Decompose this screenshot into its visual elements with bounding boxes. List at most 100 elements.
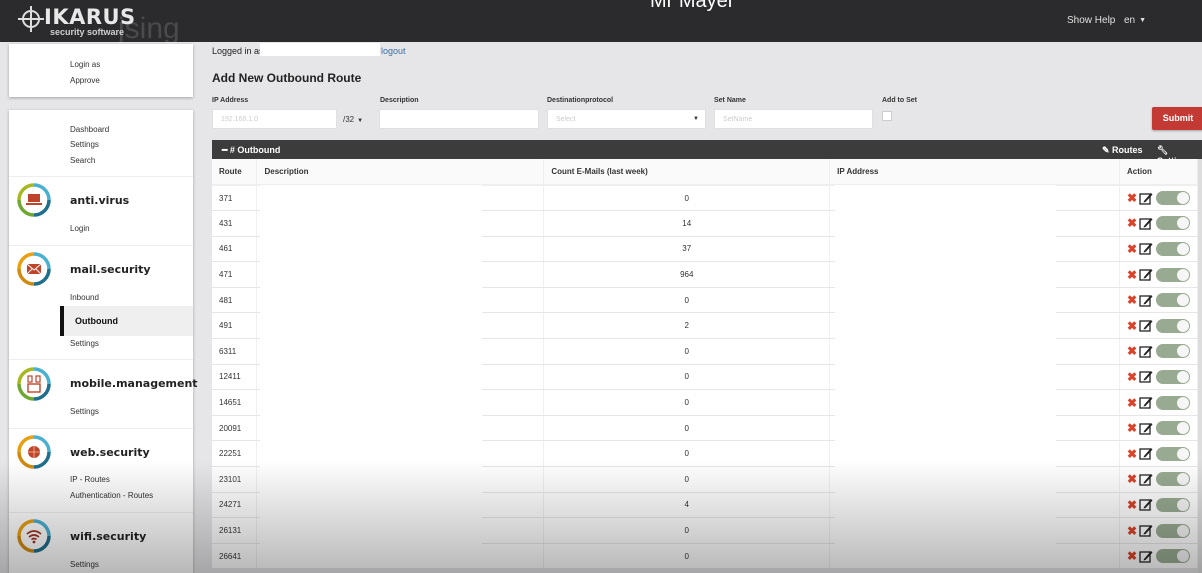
redacted-username	[260, 43, 380, 56]
sidebar-item-mail-settings[interactable]: Settings	[70, 339, 99, 348]
action-cell: ✖	[1119, 261, 1199, 288]
delete-icon[interactable]: ✖	[1127, 293, 1137, 307]
section-title-web-security[interactable]: web.security	[70, 446, 150, 459]
protocol-value: Select	[556, 116, 576, 123]
col-count[interactable]: Count E-Mails (last week)	[543, 159, 831, 186]
enabled-toggle[interactable]	[1155, 446, 1190, 461]
col-route[interactable]: Route	[212, 159, 258, 186]
enabled-toggle[interactable]	[1155, 549, 1190, 564]
protocol-select[interactable]: Select ▼	[547, 109, 706, 129]
delete-icon[interactable]: ✖	[1127, 549, 1137, 563]
collapse-toggle[interactable]: ━ # Outbound	[222, 145, 280, 156]
action-cell: ✖	[1119, 364, 1199, 391]
edit-icon[interactable]	[1139, 268, 1153, 281]
delete-icon[interactable]: ✖	[1127, 447, 1137, 461]
submit-button[interactable]: Submit	[1152, 107, 1202, 130]
edit-icon[interactable]	[1139, 550, 1153, 563]
show-help-link[interactable]: Show Help	[1067, 15, 1115, 26]
envelope-icon	[17, 252, 51, 286]
edit-icon[interactable]	[1139, 370, 1153, 384]
action-cell: ✖	[1119, 517, 1199, 544]
col-ip-address[interactable]: IP Address	[829, 159, 1120, 186]
edit-icon[interactable]	[1139, 192, 1153, 205]
edit-icon[interactable]	[1139, 294, 1153, 307]
edit-icon[interactable]	[1139, 498, 1153, 512]
enabled-toggle[interactable]	[1155, 267, 1190, 282]
delete-icon[interactable]: ✖	[1127, 216, 1137, 230]
delete-icon[interactable]: ✖	[1127, 396, 1137, 410]
prefix-select[interactable]: /32 ▼	[338, 109, 372, 129]
section-title-mobile-management[interactable]: mobile.management	[70, 377, 198, 390]
count-cell: 14	[543, 210, 831, 237]
sidebar-item-settings[interactable]: Settings	[70, 140, 99, 149]
action-cell: ✖	[1119, 389, 1199, 416]
edit-icon[interactable]	[1139, 345, 1153, 358]
enabled-toggle[interactable]	[1155, 191, 1190, 206]
edit-icon[interactable]	[1139, 524, 1153, 537]
enabled-toggle[interactable]	[1155, 421, 1190, 436]
section-mail-security: mail.security Inbound Outbound Settings	[9, 245, 193, 359]
crosshair-logo-icon	[18, 6, 44, 32]
delete-icon[interactable]: ✖	[1127, 242, 1137, 256]
enabled-toggle[interactable]	[1155, 241, 1190, 256]
sidebar-item-wifi-settings[interactable]: Settings	[70, 560, 99, 569]
section-title-wifi-security[interactable]: wifi.security	[70, 530, 146, 543]
delete-icon[interactable]: ✖	[1127, 268, 1137, 282]
language-select[interactable]: en ▼	[1124, 15, 1146, 26]
enabled-toggle[interactable]	[1155, 293, 1190, 308]
description-input[interactable]	[379, 109, 539, 129]
section-anti-virus: anti.virus Login	[9, 176, 193, 245]
scrollbar[interactable]	[1198, 159, 1202, 573]
delete-icon[interactable]: ✖	[1127, 370, 1137, 384]
route-cell: 471	[212, 261, 258, 288]
delete-icon[interactable]: ✖	[1127, 524, 1137, 538]
enabled-toggle[interactable]	[1155, 395, 1190, 410]
sidebar-item-ip-routes[interactable]: IP - Routes	[70, 475, 110, 484]
delete-icon[interactable]: ✖	[1127, 472, 1137, 486]
prefix-value: /32	[343, 115, 355, 124]
enabled-toggle[interactable]	[1155, 344, 1190, 359]
sidebar-item-search[interactable]: Search	[70, 156, 95, 165]
sidebar-item-auth-routes[interactable]: Authentication - Routes	[70, 491, 153, 500]
top-bar: IKARUS security software jsing Mr Mayer …	[0, 0, 1202, 45]
delete-icon[interactable]: ✖	[1127, 319, 1137, 333]
edit-icon[interactable]	[1139, 396, 1153, 409]
route-cell: 20091	[212, 415, 258, 442]
route-cell: 6311	[212, 338, 258, 365]
add-to-set-checkbox[interactable]	[882, 111, 892, 121]
edit-icon[interactable]	[1139, 447, 1153, 460]
action-cell: ✖	[1119, 312, 1199, 340]
delete-icon[interactable]: ✖	[1127, 344, 1137, 358]
ip-address-input[interactable]: 192.168.1.0	[212, 109, 337, 129]
sidebar-item-inbound[interactable]: Inbound	[70, 293, 99, 302]
delete-icon[interactable]: ✖	[1127, 421, 1137, 435]
routes-button[interactable]: ✎ Routes	[1102, 145, 1143, 156]
enabled-toggle[interactable]	[1155, 216, 1190, 231]
enabled-toggle[interactable]	[1155, 318, 1190, 333]
section-title-mail-security[interactable]: mail.security	[70, 263, 151, 276]
sidebar-item-outbound[interactable]: Outbound	[60, 306, 193, 336]
sidebar-item-mobile-settings[interactable]: Settings	[70, 407, 99, 416]
col-description[interactable]: Description	[256, 159, 545, 186]
ikarus-logo[interactable]: IKARUS security software jsing	[18, 6, 180, 45]
delete-icon[interactable]: ✖	[1127, 498, 1137, 512]
section-title-anti-virus[interactable]: anti.virus	[70, 194, 129, 207]
edit-icon[interactable]	[1139, 319, 1153, 332]
delete-icon[interactable]: ✖	[1127, 191, 1137, 205]
sidebar-item-approve[interactable]: Approve	[70, 76, 100, 85]
enabled-toggle[interactable]	[1155, 369, 1190, 384]
sidebar-item-dashboard[interactable]: Dashboard	[70, 125, 109, 134]
enabled-toggle[interactable]	[1155, 497, 1190, 512]
edit-icon[interactable]	[1139, 242, 1153, 256]
sidebar-item-login-as[interactable]: Login as	[70, 60, 100, 69]
enabled-toggle[interactable]	[1155, 472, 1190, 487]
edit-icon[interactable]	[1139, 422, 1153, 435]
edit-icon[interactable]	[1139, 217, 1153, 230]
logout-link[interactable]: logout	[381, 46, 406, 56]
setname-input[interactable]: SetName	[714, 109, 873, 129]
sidebar-item-av-login[interactable]: Login	[70, 224, 90, 233]
edit-icon[interactable]	[1139, 473, 1153, 486]
route-cell: 26131	[212, 517, 258, 544]
route-cell: 431	[212, 210, 258, 237]
enabled-toggle[interactable]	[1155, 523, 1190, 538]
